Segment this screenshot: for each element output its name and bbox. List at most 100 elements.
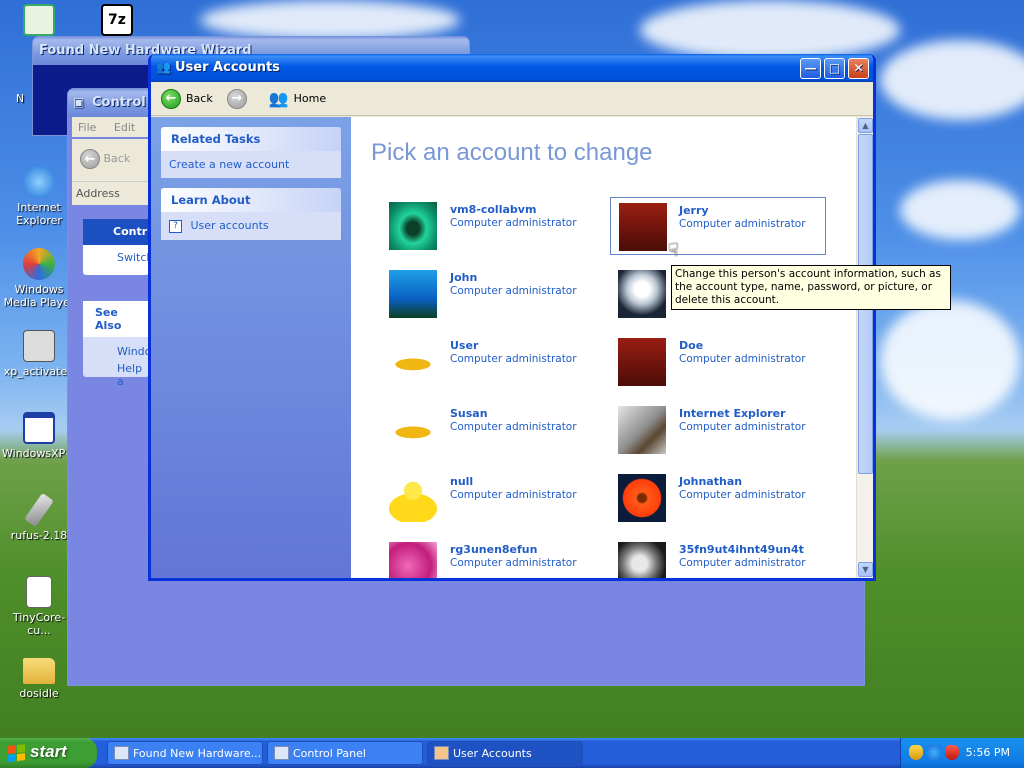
address-label: Address [76,187,120,200]
menu-bar: File Edit [72,117,158,137]
account-picture [618,338,666,386]
account-name: null [450,475,474,488]
account-name: vm8-collabvm [450,203,537,216]
back-label[interactable]: Back [104,152,131,165]
folder-icon [23,658,55,684]
taskbar-button-hardware-wizard[interactable]: Found New Hardware... [107,741,263,765]
menu-edit[interactable]: Edit [114,121,135,134]
account-tile[interactable]: vm8-collabvm Computer administrator [371,197,587,255]
switch-link[interactable]: Switch [83,245,153,264]
start-button[interactable]: start [0,738,97,768]
account-tile[interactable]: Johnathan Computer administrator [600,469,816,527]
windows-flag-icon [8,744,25,762]
certificate-icon [23,4,55,36]
account-tile[interactable]: rg3unen8efun Computer administrator [371,537,587,578]
network-icon[interactable] [927,745,941,760]
user-accounts-help-link[interactable]: ? User accounts [161,212,341,240]
toolbar: ← Back → 👥 Home [151,82,873,116]
back-label: Back [186,92,213,105]
clock[interactable]: 5:56 PM [966,746,1010,759]
desktop-icon-label: xp_activate3 [3,365,75,378]
desktop-icon-label: N [15,92,25,105]
close-button[interactable]: ✕ [848,58,869,79]
taskbar-button-user-accounts[interactable]: User Accounts [427,741,583,765]
cp-toolbar: ← Back [72,139,158,181]
desktop-icon-7zip[interactable]: 7z [80,4,154,39]
desktop-icon-dosidle[interactable]: dosidle [2,658,76,700]
cp-task-header: Contr [83,219,149,245]
taskbar-button-control-panel[interactable]: Control Panel [267,741,423,765]
disc-image-icon [26,576,52,608]
create-account-link[interactable]: Create a new account [161,151,341,178]
account-picture [389,474,437,522]
account-tile[interactable]: Doe Computer administrator [600,333,816,391]
account-tile[interactable]: null Computer administrator [371,469,587,527]
related-tasks-header: Related Tasks [161,127,341,151]
home-label: Home [293,92,327,105]
account-name: 35fn9ut4ihnt49un4t [679,543,804,556]
see-also-help-link[interactable]: Help a [83,358,149,388]
start-label: start [30,742,67,761]
taskbar-button-label: Found New Hardware... [133,747,262,760]
learn-about-box: Learn About ? User accounts [161,188,341,240]
account-tile[interactable]: Jerry Computer administrator [610,197,826,255]
telephone-icon [23,330,55,362]
hand-cursor-icon: ☟ [668,240,679,261]
desktop-icon-internet-explorer[interactable]: Internet Explorer [2,166,76,227]
scroll-up-icon[interactable]: ▲ [858,118,873,133]
address-bar: Address [72,181,158,205]
account-role: Computer administrator [450,353,577,365]
back-button[interactable]: ← Back [157,87,217,111]
account-tile[interactable]: Susan Computer administrator [371,401,587,459]
desktop-icon-windows-media-player[interactable]: Windows Media Player [2,248,76,309]
forward-button[interactable]: → [223,87,251,111]
forward-arrow-icon: → [226,88,247,109]
see-also-windows-link[interactable]: Windo [83,337,151,358]
user-accounts-window[interactable]: 👥 User Accounts — □ ✕ ← Back → 👥 Home Re… [148,54,876,581]
scroll-down-icon[interactable]: ▼ [858,562,873,577]
account-role: Computer administrator [679,353,806,365]
account-picture [618,270,666,318]
account-tile[interactable]: 35fn9ut4ihnt49un4t Computer administrato… [600,537,816,578]
account-picture [618,542,666,578]
account-role: Computer administrator [679,557,806,569]
account-name: Susan [450,407,488,420]
usb-drive-icon [24,492,54,528]
maximize-button[interactable]: □ [824,58,845,79]
taskbar: start Found New Hardware... Control Pane… [0,738,1024,768]
account-role: Computer administrator [450,489,577,501]
cloud [640,0,900,60]
window-title: User Accounts [175,60,280,75]
desktop-icon-label: TinyCore-cu... [12,611,66,637]
desktop-icon-rufus[interactable]: rufus-2.18 [2,492,76,542]
security-alert-icon[interactable] [945,745,959,760]
cloud [880,40,1024,120]
see-also-header: See Also [83,301,149,337]
menu-file[interactable]: File [78,121,96,134]
account-picture [389,202,437,250]
account-role: Computer administrator [450,557,577,569]
minimize-button[interactable]: — [800,58,821,79]
account-tile[interactable]: User Computer administrator [371,333,587,391]
vertical-scrollbar[interactable]: ▲ ▼ [856,117,873,578]
account-tile[interactable]: John Computer administrator [371,265,587,323]
user-accounts-icon: 👥 [156,60,171,74]
account-role: Computer administrator [450,217,577,229]
desktop-icon-label: Windows Media Player [3,283,75,309]
media-player-icon [23,248,55,280]
account-tile[interactable]: Internet Explorer Computer administrator [600,401,816,459]
users-home-icon: 👥 [268,89,289,108]
desktop-icon-windowsxp[interactable]: WindowsXP-... [2,412,80,460]
account-name: Internet Explorer [679,407,786,420]
account-tooltip: Change this person's account information… [671,265,951,310]
desktop-icon-xp-activate[interactable]: xp_activate3 [2,330,76,378]
account-role: Computer administrator [679,218,806,230]
security-shield-icon[interactable] [909,745,923,760]
back-arrow-icon[interactable]: ← [80,149,100,169]
account-name: John [450,271,478,284]
desktop-icon-tinycore[interactable]: TinyCore-cu... [2,576,76,637]
account-role: Computer administrator [679,489,806,501]
back-arrow-icon: ← [161,88,181,109]
home-button[interactable]: 👥 Home [265,87,330,110]
user-accounts-titlebar[interactable]: 👥 User Accounts — □ ✕ [151,54,873,82]
